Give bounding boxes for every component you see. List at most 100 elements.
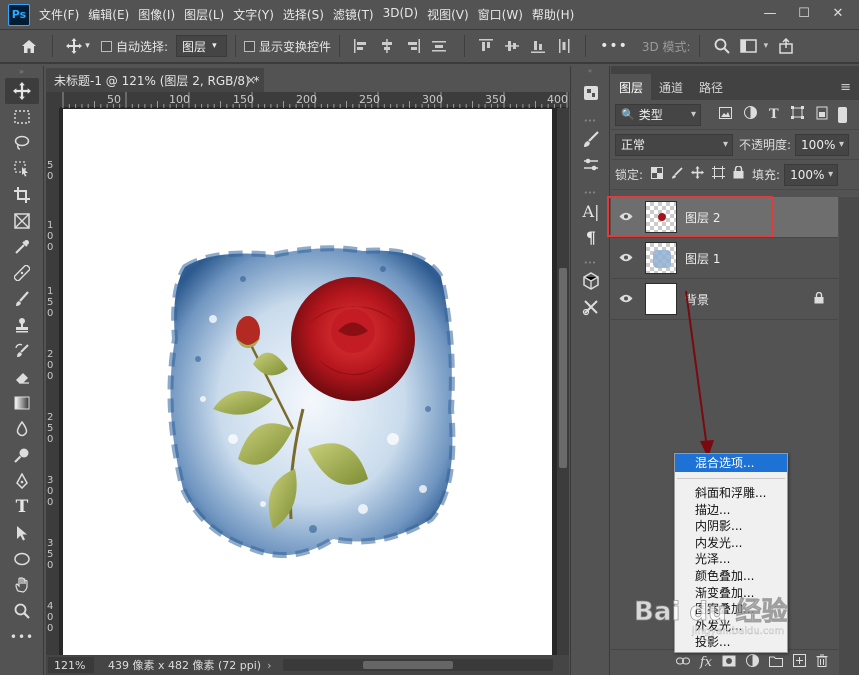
type-tool-icon[interactable]: T (5, 494, 39, 520)
workspace-icon[interactable] (739, 38, 760, 54)
lock-transparent-icon[interactable] (651, 166, 664, 183)
panel-grip[interactable]: ••• (571, 258, 609, 268)
frame-tool-icon[interactable] (5, 208, 39, 234)
vertical-ruler[interactable]: 50 100 150 200 250 300 350 400 (46, 108, 60, 655)
lock-position-icon[interactable] (691, 166, 705, 183)
search-icon[interactable] (714, 38, 730, 54)
align-center-icon[interactable] (380, 39, 394, 53)
fx-icon[interactable]: fx (700, 655, 712, 670)
menu-filter[interactable]: 滤镜(T) (333, 6, 374, 23)
menu-type[interactable]: 文字(Y) (233, 6, 274, 23)
pen-tool-icon[interactable] (5, 468, 39, 494)
horizontal-scrollbar[interactable] (283, 659, 553, 671)
healing-brush-tool-icon[interactable] (5, 260, 39, 286)
filter-toggle[interactable] (837, 106, 847, 123)
layer-name[interactable]: 背景 (685, 291, 709, 308)
blur-tool-icon[interactable] (5, 416, 39, 442)
show-transform-checkbox[interactable] (244, 40, 256, 52)
clone-stamp-tool-icon[interactable] (5, 312, 39, 338)
menu-item-pattern-overlay[interactable]: 图案叠加... (675, 601, 787, 618)
brush-settings-icon[interactable] (571, 126, 611, 152)
horizontal-ruler[interactable]: 50 100 150 200 250 300 350 400 (60, 92, 569, 108)
lasso-tool-icon[interactable] (5, 130, 39, 156)
ellipse-tool-icon[interactable] (5, 546, 39, 572)
auto-select-option[interactable]: 自动选择: (101, 38, 168, 55)
paragraph-icon[interactable]: ¶ (571, 224, 611, 250)
type-filter-icon[interactable]: T (769, 107, 779, 122)
smart-object-filter-icon[interactable] (816, 106, 828, 124)
visibility-eye-icon[interactable] (611, 292, 641, 306)
menu-edit[interactable]: 编辑(E) (88, 6, 129, 23)
layer-name[interactable]: 图层 1 (685, 250, 720, 267)
menu-item-outer-glow[interactable]: 外发光... (675, 618, 787, 635)
eyedropper-tool-icon[interactable] (5, 234, 39, 260)
align-right-icon[interactable] (406, 39, 421, 53)
layer-row-background[interactable]: 背景 (611, 279, 838, 320)
path-selection-tool-icon[interactable] (5, 520, 39, 546)
blend-mode-dropdown[interactable]: 正常 ▾ (615, 133, 733, 156)
character-icon[interactable]: A| (571, 198, 611, 224)
minimize-icon[interactable]: — (755, 2, 785, 24)
new-layer-icon[interactable] (793, 654, 806, 671)
menu-item-inner-shadow[interactable]: 内阴影... (675, 518, 787, 535)
maximize-icon[interactable]: ☐ (789, 2, 819, 24)
more-options-icon[interactable]: ••• (600, 38, 628, 54)
more-tools-icon[interactable]: ••• (5, 624, 39, 650)
shape-filter-icon[interactable] (790, 106, 804, 123)
lock-all-icon[interactable] (733, 165, 744, 183)
menu-item-gradient-overlay[interactable]: 渐变叠加... (675, 585, 787, 602)
fill-field[interactable]: 100% ▾ (784, 163, 839, 186)
menu-item-color-overlay[interactable]: 颜色叠加... (675, 568, 787, 585)
panel-grip[interactable]: » (0, 66, 43, 78)
panel-grip[interactable]: ••• (571, 188, 609, 198)
adjustment-filter-icon[interactable] (744, 106, 757, 123)
menu-file[interactable]: 文件(F) (39, 6, 79, 23)
visibility-eye-icon[interactable] (611, 251, 641, 265)
close-tab-icon[interactable]: × (246, 73, 256, 87)
tab-channels[interactable]: 通道 (651, 74, 691, 100)
status-menu-arrow[interactable]: › (267, 659, 271, 672)
eraser-tool-icon[interactable] (5, 364, 39, 390)
menu-item-satin[interactable]: 光泽... (675, 551, 787, 568)
add-mask-icon[interactable] (722, 655, 736, 671)
menu-item-bevel-emboss[interactable]: 斜面和浮雕... (675, 485, 787, 502)
auto-select-checkbox[interactable] (101, 40, 112, 52)
panel-grip[interactable]: ••• (571, 116, 609, 126)
lock-artboard-icon[interactable] (712, 166, 726, 183)
menu-3d[interactable]: 3D(D) (383, 6, 418, 23)
panel-menu-icon[interactable]: ≡ (840, 80, 851, 95)
chevron-down-icon[interactable]: ▾ (764, 41, 769, 51)
lock-pixels-icon[interactable] (671, 166, 683, 183)
menu-item-blending-options[interactable]: 混合选项... (675, 454, 787, 472)
menu-image[interactable]: 图像(I) (138, 6, 175, 23)
menu-view[interactable]: 视图(V) (427, 6, 469, 23)
menu-item-drop-shadow[interactable]: 投影... (675, 634, 787, 651)
menu-help[interactable]: 帮助(H) (532, 6, 574, 23)
document-canvas[interactable] (63, 109, 552, 655)
tab-paths[interactable]: 路径 (691, 74, 731, 100)
adjustments-icon[interactable] (571, 152, 611, 178)
zoom-tool-icon[interactable] (5, 598, 39, 624)
align-middle-icon[interactable] (505, 39, 520, 53)
distribute-vertical-icon[interactable] (557, 39, 571, 53)
align-bottom-icon[interactable] (531, 39, 546, 53)
link-layers-icon[interactable] (675, 655, 690, 670)
share-icon[interactable] (778, 38, 794, 54)
lock-icon[interactable] (814, 291, 824, 307)
close-icon[interactable]: ✕ (823, 2, 853, 24)
marquee-tool-icon[interactable] (5, 104, 39, 130)
layer-row-layer-1[interactable]: 图层 1 (611, 238, 838, 279)
zoom-level[interactable]: 121% (48, 657, 94, 673)
history-icon[interactable] (571, 80, 611, 106)
object-selection-tool-icon[interactable] (5, 156, 39, 182)
distribute-icon[interactable] (432, 39, 447, 53)
layer-thumbnail[interactable] (645, 242, 677, 274)
layers-scrollbar[interactable] (839, 197, 859, 675)
delete-layer-icon[interactable] (816, 654, 828, 671)
align-left-icon[interactable] (354, 39, 368, 53)
3d-icon[interactable] (571, 268, 611, 294)
move-tool-options-icon[interactable]: ▾ (61, 38, 95, 54)
home-icon[interactable] (14, 39, 44, 54)
layer-thumbnail[interactable] (645, 283, 677, 315)
hand-tool-icon[interactable] (5, 572, 39, 598)
